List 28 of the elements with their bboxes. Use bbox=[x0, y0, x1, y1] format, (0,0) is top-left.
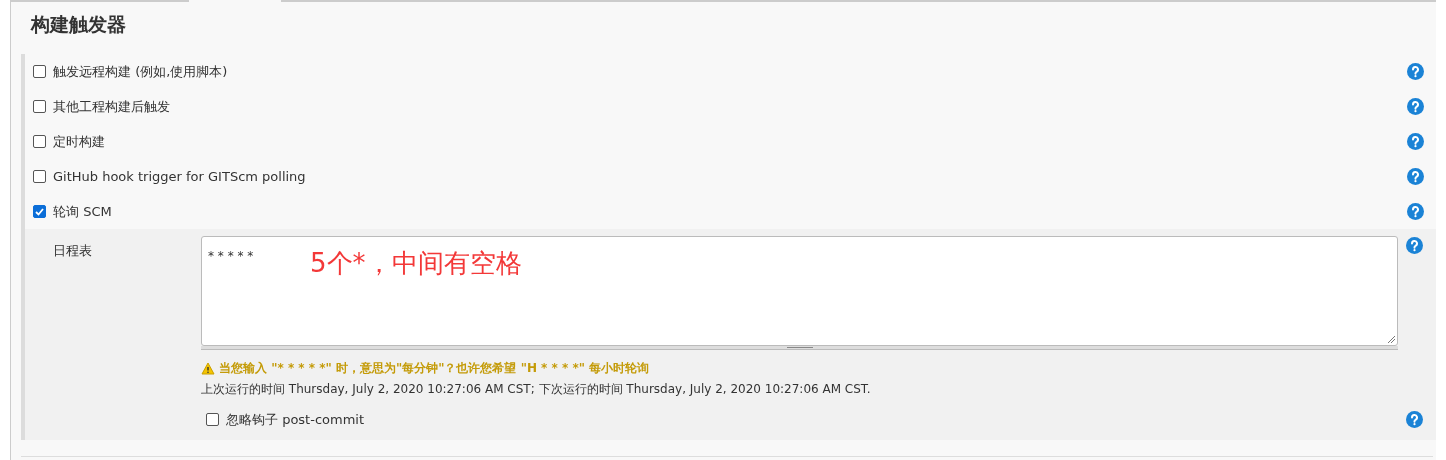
checkbox[interactable] bbox=[33, 170, 46, 183]
checkbox[interactable] bbox=[33, 100, 46, 113]
checkbox[interactable] bbox=[33, 65, 46, 78]
warning-icon bbox=[201, 361, 215, 375]
warning-message: 当您输入 "* * * * *" 时，意思为"每分钟"？也许您希望 "H * * * *" 每小时轮询 bbox=[219, 360, 650, 377]
checkbox-label[interactable]: 其他工程构建后触发 bbox=[53, 96, 170, 117]
checkbox-label[interactable]: 轮询 SCM bbox=[53, 201, 112, 222]
help-icon[interactable] bbox=[1407, 63, 1424, 80]
section-title: 构建触发器 bbox=[31, 12, 127, 37]
help-icon[interactable] bbox=[1407, 133, 1424, 150]
checkbox-label[interactable]: 定时构建 bbox=[53, 131, 105, 152]
field-label: 日程表 bbox=[52, 242, 93, 260]
checkbox[interactable] bbox=[33, 205, 46, 218]
help-icon[interactable] bbox=[1407, 168, 1424, 185]
field-value: * * * * * bbox=[208, 249, 254, 263]
help-icon[interactable] bbox=[1407, 203, 1424, 220]
checkbox-label[interactable]: GitHub hook trigger for GITScm polling bbox=[53, 166, 306, 187]
annotation-text: 5个*，中间有空格 bbox=[310, 247, 522, 280]
checkbox-label[interactable]: 触发远程构建 (例如,使用脚本) bbox=[53, 61, 228, 82]
run-info-text: 上次运行的时间 Thursday, July 2, 2020 10:27:06 AM CST; 下次运行的时间 Thursday, July 2, 2020 10:27:06 AM CST. bbox=[201, 381, 872, 398]
help-icon[interactable] bbox=[1405, 237, 1423, 254]
checkbox[interactable] bbox=[206, 413, 219, 427]
resize-handle-icon bbox=[1387, 335, 1396, 344]
schedule-textarea[interactable]: * * * * * 5个*，中间有空格 bbox=[201, 236, 1398, 346]
checkbox-label[interactable]: 忽略钩子 post-commit bbox=[226, 410, 365, 430]
checkbox[interactable] bbox=[33, 135, 46, 148]
help-icon[interactable] bbox=[1405, 410, 1423, 428]
help-icon[interactable] bbox=[1407, 98, 1424, 115]
